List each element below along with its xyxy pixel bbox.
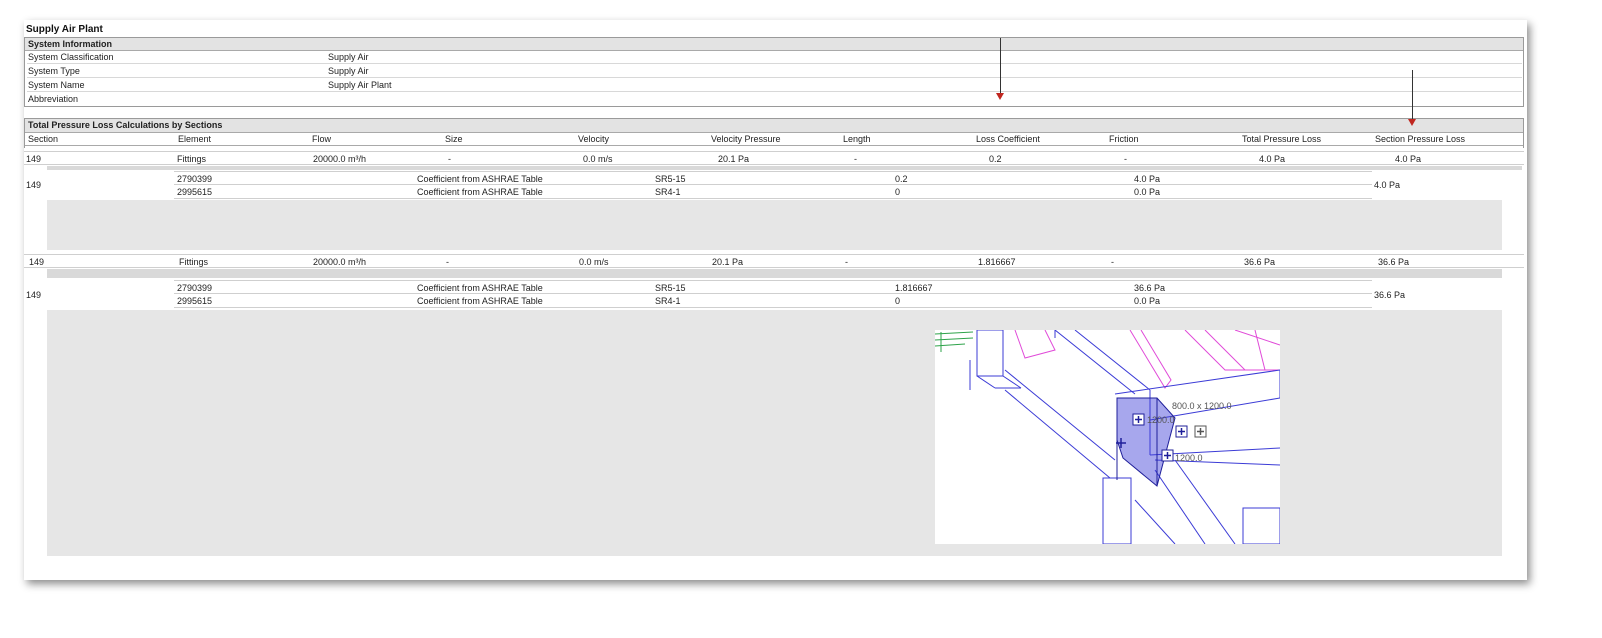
annotation-arrow-head [1408, 119, 1416, 126]
empty-area [47, 310, 1502, 556]
pressure-loss-heading: Total Pressure Loss Calculations by Sect… [25, 119, 1523, 133]
detail-coefficient: 0 [895, 296, 901, 306]
column-header-row: Section Element Flow Size Velocity Veloc… [25, 133, 1523, 146]
summary-element: Fittings [177, 154, 207, 164]
col-loss-coefficient: Loss Coefficient [976, 134, 1040, 144]
row-separator [47, 166, 1522, 170]
detail-code: SR4-1 [655, 296, 681, 306]
info-row-name: System Name Supply Air Plant [27, 79, 1522, 92]
summary-flow: 20000.0 m³/h [313, 257, 367, 267]
summary-element: Fittings [179, 257, 209, 267]
summary-length: - [854, 154, 857, 164]
report-window: Supply Air Plant System Information Syst… [24, 20, 1527, 580]
detail-coefficient: 0.2 [895, 174, 908, 184]
summary-friction: - [1111, 257, 1114, 267]
detail-loss: 36.6 Pa [1134, 283, 1166, 293]
info-row-abbreviation: Abbreviation [27, 93, 1522, 106]
summary-length: - [845, 257, 848, 267]
detail-section-pressure-loss: 36.6 Pa [1374, 290, 1406, 300]
col-velocity-pressure: Velocity Pressure [711, 134, 781, 144]
summary-section: 149 [29, 257, 45, 267]
summary-flow: 20000.0 m³/h [313, 154, 367, 164]
detail-method: Coefficient from ASHRAE Table [417, 296, 543, 306]
detail-loss: 0.0 Pa [1134, 296, 1161, 306]
empty-area [47, 200, 1502, 250]
detail-code: SR5-15 [655, 283, 686, 293]
info-label: System Name [28, 80, 85, 90]
system-info-table: System Information System Classification… [24, 37, 1524, 107]
summary-section: 149 [26, 154, 42, 164]
summary-row: 149 Fittings 20000.0 m³/h - 0.0 m/s 20.1… [24, 151, 1524, 165]
detail-element: 2995615 [177, 296, 213, 306]
detail-method: Coefficient from ASHRAE Table [417, 187, 543, 197]
summary-section-pressure-loss: 36.6 Pa [1378, 257, 1410, 267]
col-section-pressure-loss: Section Pressure Loss [1375, 134, 1466, 144]
summary-friction: - [1124, 154, 1127, 164]
detail-loss: 0.0 Pa [1134, 187, 1161, 197]
summary-loss-coefficient: 0.2 [989, 154, 1002, 164]
summary-velocity-pressure: 20.1 Pa [718, 154, 750, 164]
detail-method: Coefficient from ASHRAE Table [417, 283, 543, 293]
col-total-pressure-loss: Total Pressure Loss [1242, 134, 1322, 144]
duct-3d-view[interactable]: 800.0 x 1200.0 1200.0 1200.0 [935, 330, 1280, 544]
summary-row: 149 Fittings 20000.0 m³/h - 0.0 m/s 20.1… [24, 254, 1524, 268]
summary-total-pressure-loss: 4.0 Pa [1259, 154, 1286, 164]
info-row-classification: System Classification Supply Air [27, 51, 1522, 64]
info-row-type: System Type Supply Air [27, 65, 1522, 78]
summary-loss-coefficient: 1.816667 [978, 257, 1016, 267]
row-separator [47, 269, 1502, 278]
col-friction: Friction [1109, 134, 1139, 144]
duct-size-label: 800.0 x 1200.0 [1172, 401, 1232, 411]
summary-size: - [446, 257, 449, 267]
info-value: Supply Air [328, 52, 369, 62]
col-section: Section [28, 134, 59, 144]
detail-code: SR4-1 [655, 187, 681, 197]
annotation-arrow-line [1412, 70, 1413, 120]
duct-3d-drawing: 800.0 x 1200.0 1200.0 1200.0 [935, 330, 1280, 544]
detail-section: 149 [26, 180, 42, 190]
col-velocity: Velocity [578, 134, 610, 144]
summary-size: - [448, 154, 451, 164]
summary-total-pressure-loss: 36.6 Pa [1244, 257, 1276, 267]
info-label: System Type [28, 66, 80, 76]
detail-section-pressure-loss: 4.0 Pa [1374, 180, 1401, 190]
summary-velocity: 0.0 m/s [583, 154, 613, 164]
col-length: Length [843, 134, 871, 144]
duct-size-label: 1200.0 [1175, 453, 1203, 463]
duct-size-label: 1200.0 [1147, 415, 1175, 425]
detail-method: Coefficient from ASHRAE Table [417, 174, 543, 184]
pressure-loss-header-box: Total Pressure Loss Calculations by Sect… [24, 118, 1524, 148]
detail-row: 2995615 Coefficient from ASHRAE Table SR… [174, 294, 1372, 308]
info-label: System Classification [28, 52, 114, 62]
col-flow: Flow [312, 134, 332, 144]
info-value: Supply Air [328, 66, 369, 76]
info-value: Supply Air Plant [328, 80, 392, 90]
summary-velocity-pressure: 20.1 Pa [712, 257, 744, 267]
detail-row: 2790399 Coefficient from ASHRAE Table SR… [174, 280, 1372, 294]
detail-element: 2995615 [177, 187, 213, 197]
col-element: Element [178, 134, 212, 144]
summary-velocity: 0.0 m/s [579, 257, 609, 267]
detail-element: 2790399 [177, 283, 213, 293]
detail-section: 149 [26, 290, 42, 300]
info-label: Abbreviation [28, 94, 79, 104]
detail-row: 2790399 Coefficient from ASHRAE Table SR… [174, 171, 1372, 185]
detail-code: SR5-15 [655, 174, 686, 184]
system-info-heading: System Information [25, 38, 1523, 51]
summary-section-pressure-loss: 4.0 Pa [1395, 154, 1422, 164]
detail-element: 2790399 [177, 174, 213, 184]
annotation-arrow-line [1000, 38, 1001, 94]
report-title: Supply Air Plant [26, 24, 103, 35]
annotation-arrow-head [996, 93, 1004, 100]
detail-coefficient: 1.816667 [895, 283, 933, 293]
col-size: Size [445, 134, 463, 144]
detail-row: 2995615 Coefficient from ASHRAE Table SR… [174, 185, 1372, 199]
detail-loss: 4.0 Pa [1134, 174, 1161, 184]
detail-coefficient: 0 [895, 187, 901, 197]
